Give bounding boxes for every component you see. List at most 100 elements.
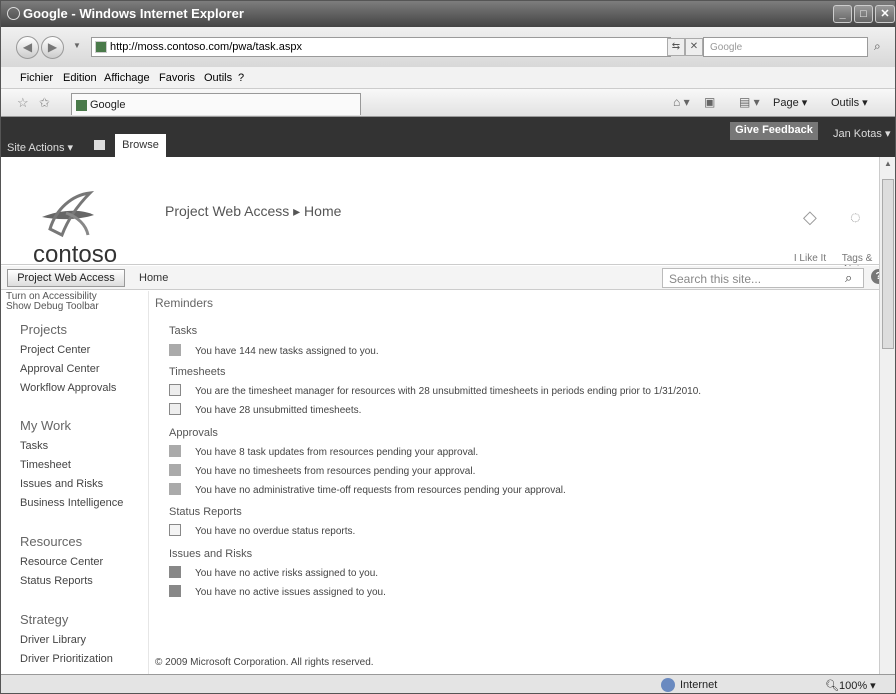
status-report-message[interactable]: You have no overdue status reports. [195,526,355,537]
navigate-up-icon[interactable] [94,140,105,150]
tags-notes-icon[interactable]: ◌ [850,207,861,228]
title-bar: Google - Windows Internet Explorer _ □ ✕ [1,1,895,27]
section-timesheets: Timesheets [169,366,226,378]
nav-tasks[interactable]: Tasks [20,440,48,452]
timesheet-message-2[interactable]: You have 28 unsubmitted timesheets. [195,405,361,416]
forward-icon[interactable]: ▶ [41,36,64,59]
site-search-input[interactable]: Search this site... [662,268,864,288]
approval-icon [169,464,181,476]
user-menu[interactable]: Jan Kotas ▾ [833,127,891,140]
favorites-bar: ☆ ✩ Google ⌂ ▾ ▣ ▤ ▾ Page ▾ Outils ▾ [1,89,895,117]
nav-approval-center[interactable]: Approval Center [20,363,100,375]
nav-status-reports[interactable]: Status Reports [20,575,93,587]
approvals-message-1[interactable]: You have 8 task updates from resources p… [195,447,478,458]
scroll-thumb[interactable] [882,179,894,349]
nav-resource-center[interactable]: Resource Center [20,556,103,568]
timesheet-icon [169,384,181,396]
give-feedback-button[interactable]: Give Feedback [730,122,818,140]
logo-text: contoso [33,241,118,268]
url-field[interactable]: http://moss.contoso.com/pwa/task.aspx [91,37,671,57]
sharepoint-ribbon: Site Actions ▾ Browse Give Feedback Jan … [1,117,895,157]
reminder-row[interactable]: You have no active risks assigned to you… [169,566,378,579]
vertical-scrollbar[interactable]: ▲ [879,157,895,674]
zoom-level[interactable]: 🔍︎100% ▾ [825,679,876,692]
timesheet-icon [169,403,181,415]
favorites-star-icon[interactable]: ☆ [17,95,29,111]
task-icon [169,344,181,356]
debug-toolbar-link[interactable]: Show Debug Toolbar [6,302,99,312]
nav-issues-risks[interactable]: Issues and Risks [20,478,103,490]
menu-favoris[interactable]: Favoris [159,72,195,84]
close-button[interactable]: ✕ [875,5,895,23]
user-name: Jan Kotas [833,128,882,140]
reminder-row[interactable]: You have 8 task updates from resources p… [169,445,478,458]
search-input[interactable]: Google [703,37,868,57]
nav-project-web-access[interactable]: Project Web Access [7,269,125,287]
nav-heading-resources[interactable]: Resources [20,534,82,549]
page-menu[interactable]: Page ▾ [773,96,807,109]
feeds-icon[interactable]: ▣ [704,95,715,109]
risks-message[interactable]: You have no active risks assigned to you… [195,568,378,579]
reminders-title: Reminders [155,296,214,310]
approvals-message-2[interactable]: You have no timesheets from resources pe… [195,466,475,477]
issues-message[interactable]: You have no active issues assigned to yo… [195,587,386,598]
tab-browse[interactable]: Browse [115,134,166,157]
home-icon[interactable]: ⌂ ▾ [673,95,690,109]
copyright: © 2009 Microsoft Corporation. All rights… [155,657,374,668]
nav-heading-strategy[interactable]: Strategy [20,612,68,627]
page-favicon [95,41,107,53]
top-navigation: Project Web Access Home Search this site… [1,266,895,290]
nav-driver-library[interactable]: Driver Library [20,634,86,646]
security-zone: Internet [680,679,718,691]
nav-timesheet[interactable]: Timesheet [20,459,71,471]
nav-workflow-approvals[interactable]: Workflow Approvals [20,382,116,394]
quick-launch: Turn on Accessibility Show Debug Toolbar… [1,291,149,674]
menu-outils[interactable]: Outils [204,72,232,84]
refresh-icon[interactable]: ⇆ [667,38,685,56]
maximize-button[interactable]: □ [854,5,873,23]
nav-home[interactable]: Home [139,272,168,284]
address-bar: ◀ ▶ ▼ http://moss.contoso.com/pwa/task.a… [1,27,895,67]
window-title: Google - Windows Internet Explorer [23,6,244,21]
reminder-row[interactable]: You have 28 unsubmitted timesheets. [169,403,361,416]
back-icon[interactable]: ◀ [16,36,39,59]
zoom-value: 100% [838,680,868,692]
approval-icon [169,483,181,495]
globe-icon [661,678,675,692]
tab-favicon [76,100,87,111]
timesheet-message-1[interactable]: You are the timesheet manager for resour… [195,386,701,397]
nav-heading-projects[interactable]: Projects [20,322,67,337]
tools-menu[interactable]: Outils ▾ [831,96,868,109]
reminder-row[interactable]: You are the timesheet manager for resour… [169,384,701,397]
stop-icon[interactable]: ✕ [685,38,703,56]
site-actions-menu[interactable]: Site Actions ▾ [7,141,73,154]
reminder-row[interactable]: You have 144 new tasks assigned to you. [169,344,379,357]
add-favorite-icon[interactable]: ✩ [39,95,50,111]
reminder-row[interactable]: You have no administrative time-off requ… [169,483,566,496]
url-text: http://moss.contoso.com/pwa/task.aspx [110,41,302,53]
print-icon[interactable]: ▤ ▾ [739,95,760,109]
search-icon[interactable]: ⌕ [874,39,881,54]
reminder-row[interactable]: You have no overdue status reports. [169,524,355,537]
tasks-message[interactable]: You have 144 new tasks assigned to you. [195,346,379,357]
reminder-row[interactable]: You have no active issues assigned to yo… [169,585,386,598]
search-icon[interactable]: ⌕ [845,270,852,286]
menu-fichier[interactable]: Fichier [20,72,53,84]
approvals-message-3[interactable]: You have no administrative time-off requ… [195,485,566,496]
nav-heading-my-work[interactable]: My Work [20,418,71,433]
menu-affichage[interactable]: Affichage [104,72,150,84]
scroll-up-icon[interactable]: ▲ [884,159,892,168]
status-report-icon [169,524,181,536]
menu-edition[interactable]: Edition [63,72,97,84]
nav-project-center[interactable]: Project Center [20,344,90,356]
history-dropdown-icon[interactable]: ▼ [73,41,81,50]
ilike-icon[interactable]: ◇ [803,207,817,228]
minimize-button[interactable]: _ [833,5,852,23]
menu-help[interactable]: ? [238,72,244,84]
reminder-row[interactable]: You have no timesheets from resources pe… [169,464,475,477]
ilike-label[interactable]: I Like It [790,253,830,264]
nav-business-intelligence[interactable]: Business Intelligence [20,497,123,509]
tab-google[interactable]: Google [71,93,361,115]
contoso-logo [42,191,95,238]
nav-driver-prioritization[interactable]: Driver Prioritization [20,653,113,665]
